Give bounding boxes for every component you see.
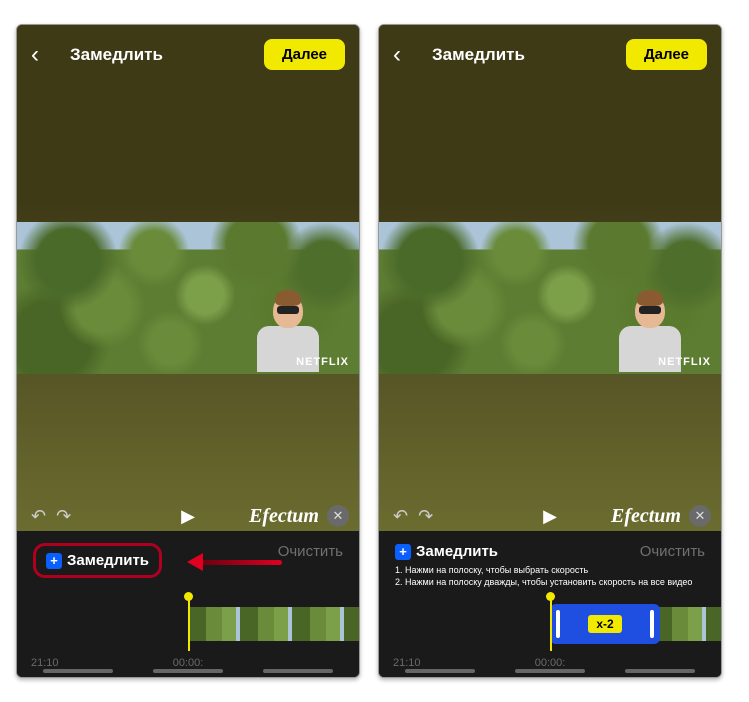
play-icon[interactable]: ▶ — [181, 506, 195, 527]
close-icon[interactable]: ✕ — [327, 505, 349, 527]
close-icon[interactable]: ✕ — [689, 505, 711, 527]
timeline-current-time: 00:00: — [535, 657, 566, 669]
slow-down-label: Замедлить — [416, 543, 498, 560]
timeline[interactable]: x-2 21:10 00:00: — [379, 601, 721, 647]
timeline-start-time: 21:10 — [31, 657, 59, 669]
hint-text: 1. Нажми на полоску, чтобы выбрать скоро… — [379, 560, 721, 588]
phone-screenshot-left: ‹ Замедлить Далее NETFLIX ↶ ↷ ▶ Efectum … — [16, 24, 360, 678]
page-title: Замедлить — [432, 45, 525, 65]
redo-icon[interactable]: ↷ — [418, 506, 433, 527]
play-icon[interactable]: ▶ — [543, 506, 557, 527]
page-title: Замедлить — [70, 45, 163, 65]
back-icon[interactable]: ‹ — [31, 43, 39, 67]
back-icon[interactable]: ‹ — [393, 43, 401, 67]
slow-down-label: Замедлить — [67, 552, 149, 569]
timeline-playhead[interactable] — [188, 597, 190, 651]
plus-icon: + — [395, 544, 411, 560]
timeline-start-time: 21:10 — [393, 657, 421, 669]
hint-line-2: 2. Нажми на полоску дважды, чтобы устано… — [395, 576, 705, 588]
netflix-watermark: NETFLIX — [658, 356, 711, 368]
video-preview[interactable]: NETFLIX — [379, 222, 721, 374]
slow-down-button[interactable]: + Замедлить — [33, 543, 162, 578]
plus-icon: + — [46, 553, 62, 569]
timeline-clip[interactable] — [188, 607, 359, 641]
timeline[interactable]: 21:10 00:00: — [17, 601, 359, 647]
next-button[interactable]: Далее — [626, 39, 707, 70]
undo-icon[interactable]: ↶ — [31, 506, 46, 527]
netflix-watermark: NETFLIX — [296, 356, 349, 368]
clear-button[interactable]: Очистить — [640, 543, 705, 560]
slow-down-button[interactable]: + Замедлить — [395, 543, 498, 560]
efectum-logo: Efectum — [249, 505, 319, 528]
undo-icon[interactable]: ↶ — [393, 506, 408, 527]
efectum-logo: Efectum — [611, 505, 681, 528]
hint-line-1: 1. Нажми на полоску, чтобы выбрать скоро… — [395, 564, 705, 576]
timeline-playhead[interactable] — [550, 597, 552, 651]
video-preview[interactable]: NETFLIX — [17, 222, 359, 374]
speed-segment[interactable]: x-2 — [550, 604, 660, 644]
annotation-arrow — [187, 553, 282, 571]
timeline-current-time: 00:00: — [173, 657, 204, 669]
phone-screenshot-right: ‹ Замедлить Далее NETFLIX ↶ ↷ ▶ Efectum … — [378, 24, 722, 678]
clear-button[interactable]: Очистить — [278, 543, 343, 560]
speed-value-badge: x-2 — [588, 615, 621, 633]
redo-icon[interactable]: ↷ — [56, 506, 71, 527]
next-button[interactable]: Далее — [264, 39, 345, 70]
